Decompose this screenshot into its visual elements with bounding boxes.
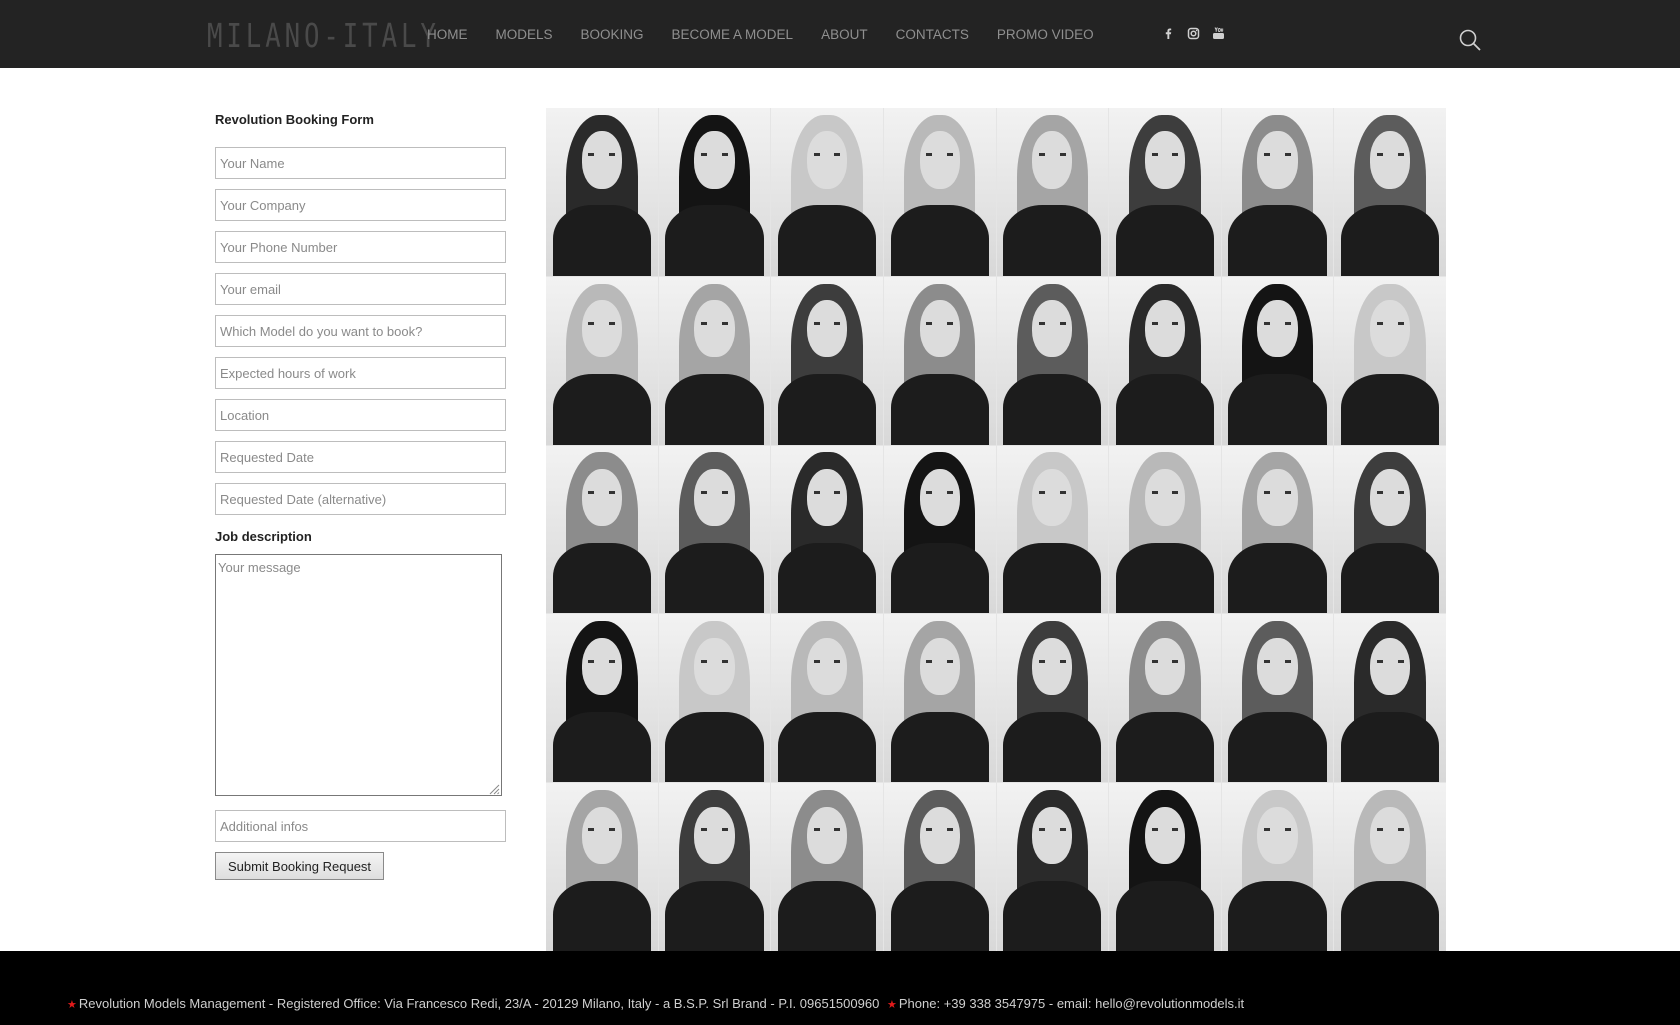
model-photo[interactable] <box>658 276 771 445</box>
model-photo[interactable] <box>883 108 996 276</box>
hours-field[interactable] <box>215 357 506 389</box>
star-icon: ★ <box>887 999 897 1011</box>
model-photo[interactable] <box>1221 445 1334 614</box>
model-photo[interactable] <box>1334 108 1446 276</box>
model-photo[interactable] <box>1334 276 1446 445</box>
model-photo[interactable] <box>883 445 996 614</box>
model-photo[interactable] <box>1109 108 1221 276</box>
model-photo[interactable] <box>1221 108 1334 276</box>
search-icon[interactable] <box>1458 28 1482 52</box>
model-photo[interactable] <box>546 108 658 276</box>
model-photo[interactable] <box>1109 783 1221 951</box>
company-field[interactable] <box>215 189 506 221</box>
requested-date-field[interactable] <box>215 441 506 473</box>
model-photo[interactable] <box>883 783 996 951</box>
top-bar: MILANO-ITALY HOME MODELS BOOKING BECOME … <box>0 0 1680 68</box>
instagram-icon[interactable] <box>1186 26 1201 41</box>
footer-company-text: Revolution Models Management - Registere… <box>78 996 880 1011</box>
model-photo[interactable] <box>996 445 1109 614</box>
site-logo[interactable]: MILANO-ITALY <box>207 18 436 54</box>
model-photo[interactable] <box>771 614 883 783</box>
model-photo[interactable] <box>1334 614 1446 783</box>
facebook-icon[interactable] <box>1161 26 1176 41</box>
location-field[interactable] <box>215 399 506 431</box>
name-field[interactable] <box>215 147 506 179</box>
form-title: Revolution Booking Form <box>215 112 374 127</box>
resize-handle-icon[interactable] <box>488 782 500 795</box>
social-links <box>1161 26 1226 41</box>
model-photo-grid <box>546 108 1446 951</box>
model-photo[interactable] <box>546 445 658 614</box>
model-photo[interactable] <box>658 783 771 951</box>
model-photo[interactable] <box>1109 614 1221 783</box>
model-photo[interactable] <box>996 783 1109 951</box>
model-photo[interactable] <box>546 783 658 951</box>
model-photo[interactable] <box>658 445 771 614</box>
model-photo[interactable] <box>883 276 996 445</box>
model-photo[interactable] <box>658 614 771 783</box>
nav-become-a-model[interactable]: BECOME A MODEL <box>672 27 794 42</box>
model-photo[interactable] <box>996 276 1109 445</box>
model-photo[interactable] <box>1109 276 1221 445</box>
model-photo[interactable] <box>771 783 883 951</box>
footer-company-info: ★ Revolution Models Management - Register… <box>67 996 879 1011</box>
alternative-date-field[interactable] <box>215 483 506 515</box>
youtube-icon[interactable] <box>1211 26 1226 41</box>
model-photo[interactable] <box>996 614 1109 783</box>
model-photo[interactable] <box>1334 445 1446 614</box>
model-photo[interactable] <box>771 276 883 445</box>
footer-contact-info: ★ Phone: +39 338 3547975 - email: hello@r… <box>887 996 1244 1011</box>
footer-contact-text: Phone: +39 338 3547975 - email: hello@re… <box>898 996 1245 1011</box>
footer <box>0 951 1680 1025</box>
model-photo[interactable] <box>996 108 1109 276</box>
email-field[interactable] <box>215 273 506 305</box>
nav-promo-video[interactable]: PROMO VIDEO <box>997 27 1094 42</box>
nav-booking[interactable]: BOOKING <box>581 27 644 42</box>
message-textarea[interactable] <box>215 554 502 796</box>
nav-models[interactable]: MODELS <box>496 27 553 42</box>
model-photo[interactable] <box>771 445 883 614</box>
model-photo[interactable] <box>1221 783 1334 951</box>
model-photo[interactable] <box>1221 276 1334 445</box>
model-photo[interactable] <box>883 614 996 783</box>
nav-contacts[interactable]: CONTACTS <box>896 27 969 42</box>
model-photo[interactable] <box>546 614 658 783</box>
job-description-label: Job description <box>215 529 312 544</box>
nav-about[interactable]: ABOUT <box>821 27 868 42</box>
nav-home[interactable]: HOME <box>427 27 468 42</box>
star-icon: ★ <box>67 999 77 1011</box>
model-photo[interactable] <box>771 108 883 276</box>
additional-info-field[interactable] <box>215 810 506 842</box>
model-photo[interactable] <box>1221 614 1334 783</box>
model-photo[interactable] <box>658 108 771 276</box>
phone-field[interactable] <box>215 231 506 263</box>
model-field[interactable] <box>215 315 506 347</box>
model-photo[interactable] <box>1109 445 1221 614</box>
model-photo[interactable] <box>546 276 658 445</box>
model-photo[interactable] <box>1334 783 1446 951</box>
submit-booking-button[interactable]: Submit Booking Request <box>215 852 384 880</box>
main-nav: HOME MODELS BOOKING BECOME A MODEL ABOUT… <box>427 0 1122 68</box>
